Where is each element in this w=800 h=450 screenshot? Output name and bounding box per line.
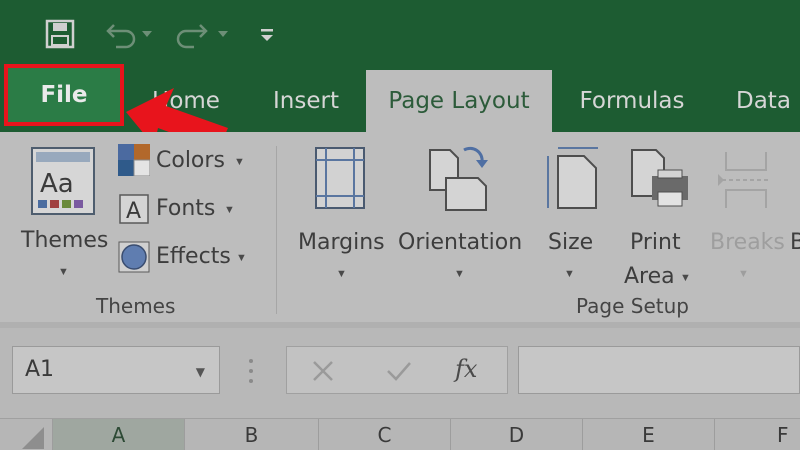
fonts-button[interactable]: A Fonts ▼ — [116, 190, 252, 230]
formula-input[interactable] — [518, 346, 800, 394]
themes-dropdown-caret: ▼ — [58, 266, 69, 278]
breaks-button[interactable]: Breaks ▼ — [706, 142, 786, 282]
tab-insert[interactable]: Insert — [254, 70, 358, 132]
print-area-dropdown-caret: ▼ — [680, 272, 691, 284]
column-header-c[interactable]: C — [318, 419, 450, 450]
insert-function-button[interactable]: fx — [455, 355, 477, 383]
group-separator — [276, 146, 277, 314]
effects-dropdown-caret: ▼ — [236, 252, 247, 264]
print-area-label-line1: Print — [630, 230, 681, 255]
size-icon — [547, 147, 598, 209]
quick-access-toolbar — [0, 0, 800, 70]
fonts-label: Fonts — [156, 196, 216, 221]
column-header-f[interactable]: F — [714, 419, 800, 450]
page-setup-group-label: Page Setup — [576, 294, 689, 318]
colors-dropdown-caret: ▼ — [234, 156, 245, 168]
size-label: Size — [548, 230, 594, 255]
margins-dropdown-caret: ▼ — [336, 268, 347, 280]
themes-button[interactable]: Aa Themes ▼ — [16, 140, 110, 284]
tab-file[interactable]: File — [4, 64, 124, 126]
orientation-button[interactable]: Orientation ▼ — [396, 142, 524, 282]
name-box-value: A1 — [25, 357, 55, 382]
select-all-corner[interactable] — [0, 419, 52, 450]
effects-button[interactable]: Effects ▼ — [116, 238, 252, 278]
name-box[interactable]: A1 ▼ — [12, 346, 220, 394]
print-area-button[interactable]: Print Area ▼ — [616, 142, 700, 292]
margins-button[interactable]: Margins ▼ — [294, 142, 390, 282]
themes-group-label: Themes — [96, 294, 176, 318]
enter-check-icon[interactable] — [385, 359, 413, 383]
column-header-b[interactable]: B — [184, 419, 318, 450]
svg-text:A: A — [126, 199, 141, 224]
breaks-icon — [718, 152, 770, 208]
size-button[interactable]: Size ▼ — [538, 142, 608, 282]
print-area-label-line2: Area — [624, 264, 675, 289]
colors-button[interactable]: Colors ▼ — [116, 142, 252, 182]
colors-icon — [118, 144, 150, 176]
column-header-e[interactable]: E — [582, 419, 714, 450]
margins-label: Margins — [298, 230, 385, 255]
save-icon[interactable] — [40, 14, 80, 54]
redo-icon[interactable] — [172, 14, 236, 54]
colors-label: Colors — [156, 148, 225, 173]
tab-formulas[interactable]: Formulas — [566, 70, 698, 132]
margins-icon — [315, 147, 365, 209]
name-box-dropdown-icon[interactable]: ▼ — [196, 365, 205, 379]
print-area-icon — [631, 149, 688, 207]
size-dropdown-caret: ▼ — [564, 268, 575, 280]
effects-label: Effects — [156, 244, 231, 269]
orientation-label: Orientation — [398, 230, 523, 255]
orientation-dropdown-caret: ▼ — [454, 268, 465, 280]
undo-icon[interactable] — [100, 14, 160, 54]
breaks-label: Breaks — [710, 230, 785, 255]
breaks-dropdown-caret: ▼ — [738, 268, 749, 280]
fonts-icon: A — [119, 194, 149, 224]
cut-off-ribbon-item-label[interactable]: B — [790, 230, 800, 255]
customize-toolbar-icon[interactable] — [254, 14, 280, 54]
tab-page-layout[interactable]: Page Layout — [366, 70, 552, 132]
ribbon-panel: Aa Themes ▼ Colors ▼ A Fonts ▼ Effects ▼… — [0, 132, 800, 328]
column-header-a[interactable]: A — [52, 419, 184, 450]
formula-buttons: fx — [286, 346, 508, 394]
fonts-dropdown-caret: ▼ — [224, 204, 235, 216]
cancel-icon[interactable] — [311, 359, 335, 383]
tab-data[interactable]: Data — [722, 70, 800, 132]
themes-label: Themes — [21, 228, 109, 253]
themes-icon: Aa — [31, 147, 95, 215]
formula-bar-grip-icon[interactable] — [248, 356, 254, 386]
formula-bar-area: A1 ▼ fx — [0, 328, 800, 418]
effects-icon — [118, 241, 150, 273]
svg-text:Aa: Aa — [40, 169, 74, 199]
column-header-d[interactable]: D — [450, 419, 582, 450]
column-header-row: A B C D E F — [0, 418, 800, 450]
orientation-icon — [429, 146, 488, 211]
